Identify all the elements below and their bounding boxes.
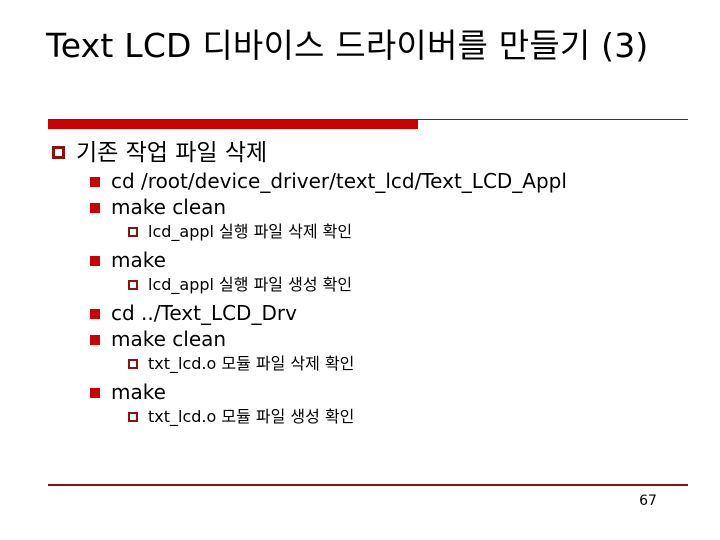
list-item: lcd_appl 실행 파일 삭제 확인 <box>52 221 702 248</box>
list-item: make <box>52 248 702 274</box>
list-item: make clean <box>52 327 702 353</box>
list-item: txt_lcd.o 모듈 파일 삭제 확인 <box>52 353 702 380</box>
filled-square-bullet <box>90 335 100 345</box>
list-item: cd /root/device_driver/text_lcd/Text_LCD… <box>52 169 702 195</box>
filled-square-bullet <box>90 309 100 319</box>
list-item-label: make clean <box>111 327 227 351</box>
list-item: lcd_appl 실행 파일 생성 확인 <box>52 274 702 301</box>
title-divider-accent-bar <box>48 120 418 129</box>
hollow-square-bullet <box>128 412 138 422</box>
hollow-square-bullet <box>128 280 138 290</box>
list-item: make <box>52 380 702 406</box>
filled-square-bullet <box>90 203 100 213</box>
content-bullet-list: 기존 작업 파일 삭제 cd /root/device_driver/text_l… <box>52 138 702 433</box>
list-item-label: txt_lcd.o 모듈 파일 생성 확인 <box>148 407 355 426</box>
list-item-label: cd ../Text_LCD_Drv <box>111 301 297 325</box>
list-item: cd ../Text_LCD_Drv <box>52 301 702 327</box>
list-item-label: make clean <box>111 195 227 219</box>
filled-square-bullet <box>90 177 100 187</box>
list-item: txt_lcd.o 모듈 파일 생성 확인 <box>52 406 702 433</box>
list-item-label: cd /root/device_driver/text_lcd/Text_LCD… <box>111 169 567 193</box>
page-number: 67 <box>639 493 657 509</box>
list-item-label: 기존 작업 파일 삭제 <box>76 140 268 166</box>
list-item: make clean <box>52 195 702 221</box>
hollow-square-bullet <box>128 227 138 237</box>
list-item-label: make <box>111 248 166 272</box>
list-item-label: txt_lcd.o 모듈 파일 삭제 확인 <box>148 354 355 373</box>
hollow-square-bullet <box>128 359 138 369</box>
hollow-square-bullet <box>52 146 65 159</box>
filled-square-bullet <box>90 256 100 266</box>
list-item-label: make <box>111 380 166 404</box>
footer-divider <box>48 484 688 486</box>
list-item: 기존 작업 파일 삭제 <box>52 138 702 169</box>
list-item-label: lcd_appl 실행 파일 생성 확인 <box>148 275 353 294</box>
list-item-label: lcd_appl 실행 파일 삭제 확인 <box>148 222 353 241</box>
page-title: Text LCD 디바이스 드라이버를 만들기 (3) <box>46 26 649 65</box>
filled-square-bullet <box>90 388 100 398</box>
presentation-slide: Text LCD 디바이스 드라이버를 만들기 (3) 기존 작업 파일 삭제 c… <box>0 0 720 540</box>
